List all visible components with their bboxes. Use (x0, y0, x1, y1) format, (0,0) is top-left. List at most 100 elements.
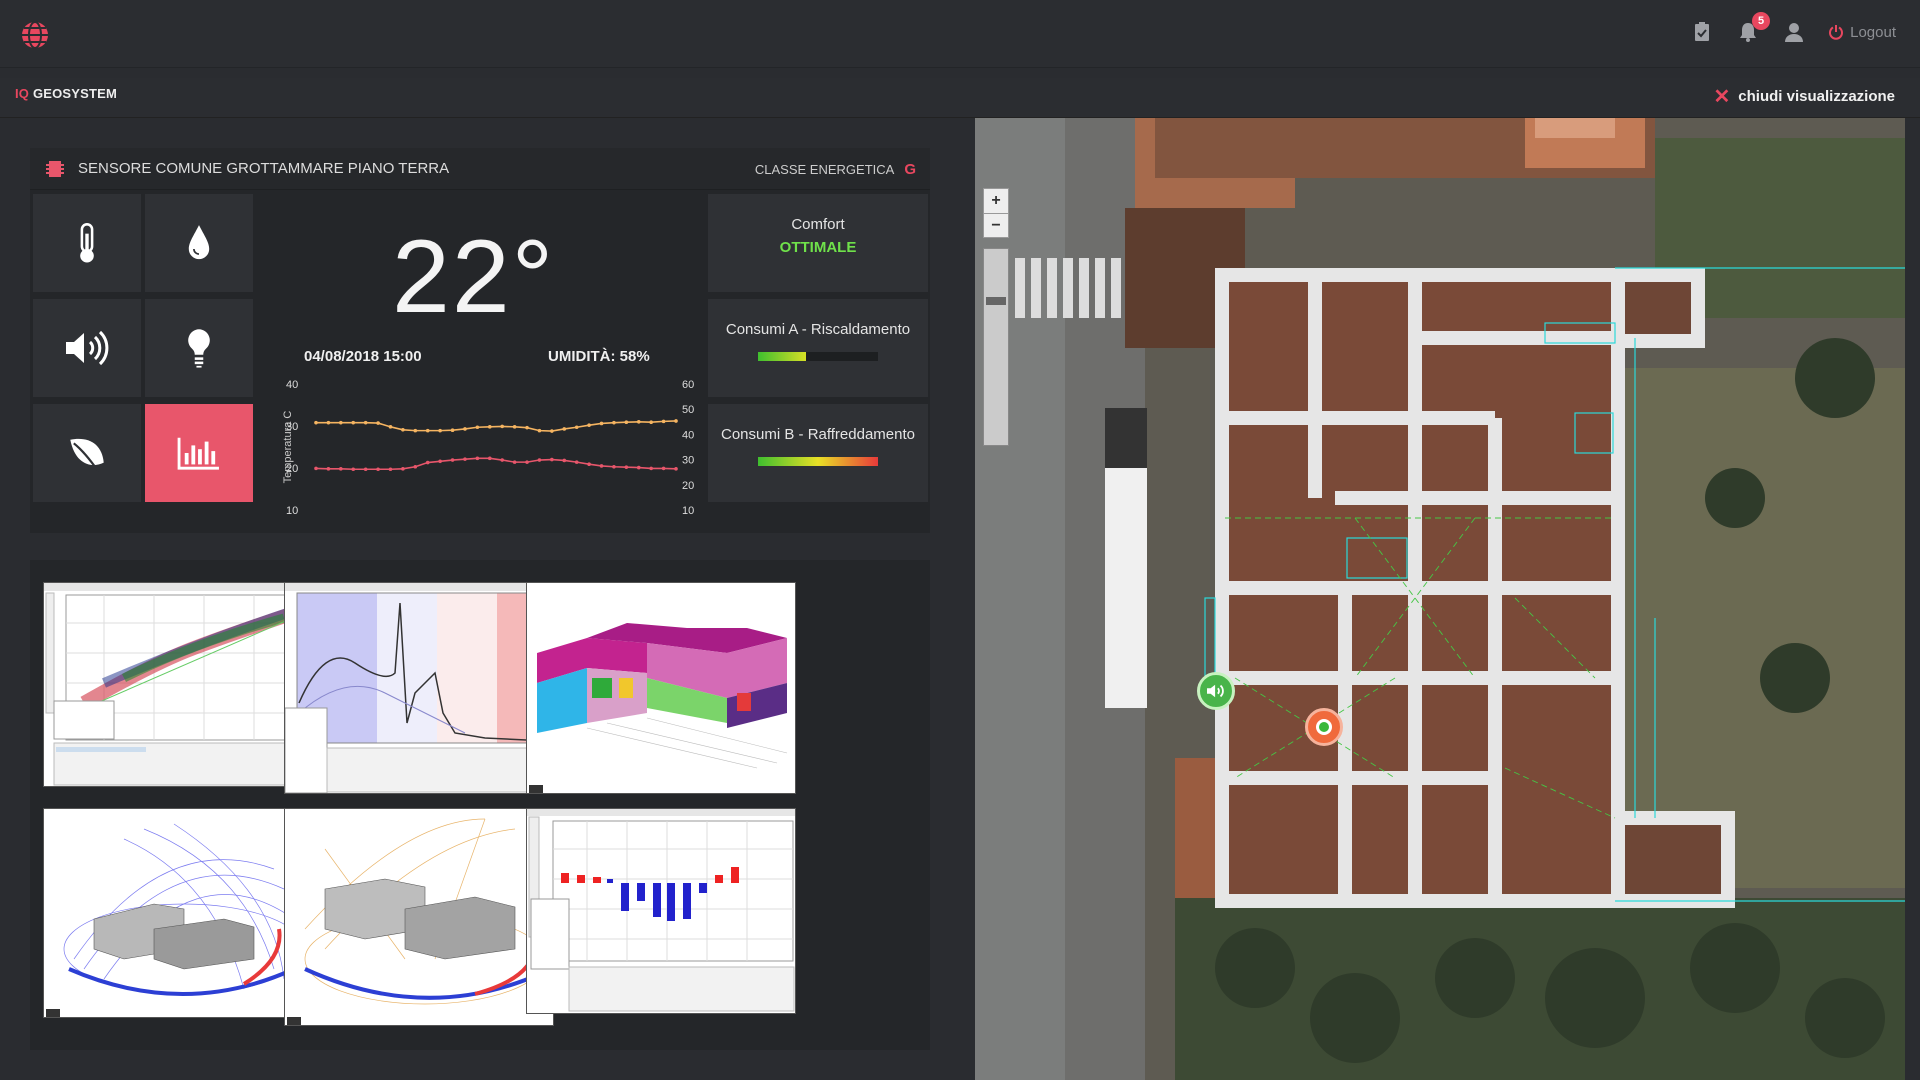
series-point-1 (636, 465, 641, 470)
series-point-0 (587, 423, 591, 427)
series-point-1 (612, 464, 616, 469)
comfort-label: Comfort (791, 216, 845, 233)
drop-icon (188, 225, 210, 260)
thumbnail-comfort-analysis[interactable] (284, 582, 554, 794)
series-point-1 (413, 464, 418, 469)
series-point-0 (351, 420, 356, 425)
series-point-0 (537, 428, 542, 433)
brand-prefix: IQ (15, 86, 30, 101)
series-point-1 (587, 462, 591, 467)
tile-light[interactable] (145, 299, 253, 397)
thumbnail-3d-building-model[interactable] (526, 582, 796, 794)
clipboard-icon[interactable] (1690, 20, 1714, 44)
map-zoom-control: + − (983, 188, 1009, 238)
sensor-title: SENSORE COMUNE GROTTAMMARE PIANO TERRA (78, 160, 450, 177)
speaker-marker[interactable] (1197, 672, 1235, 710)
close-view-label: chiudi visualizzazione (1738, 88, 1895, 105)
series-point-0 (599, 421, 604, 426)
y2-tick-label: 20 (682, 480, 694, 492)
series-point-0 (413, 428, 418, 433)
globe-icon[interactable] (20, 20, 50, 50)
series-point-0 (425, 428, 430, 433)
temperature-value: 22° (392, 219, 556, 335)
speaker-marker-icon (1207, 684, 1224, 698)
user-icon[interactable] (1782, 20, 1806, 44)
map-zoom-slider[interactable] (983, 248, 1009, 446)
series-point-0 (661, 419, 666, 424)
series-point-1 (401, 467, 405, 471)
logout-button[interactable]: Logout (1828, 24, 1896, 41)
zoom-in-button[interactable]: + (984, 189, 1008, 213)
left-panel: SENSORE COMUNE GROTTAMMARE PIANO TERRA C… (0, 118, 975, 1080)
series-line-1 (315, 457, 677, 471)
y2-tick-label: 40 (682, 429, 694, 441)
sensor-marker[interactable] (1305, 708, 1343, 746)
thumbnail-scatter-analysis[interactable] (43, 582, 313, 787)
series-point-0 (339, 420, 343, 425)
series-point-0 (574, 425, 579, 430)
humidity-value: UMIDITÀ: 58% (548, 348, 650, 365)
series-point-0 (326, 420, 331, 425)
analysis-gallery (30, 560, 930, 1050)
zoom-out-button[interactable]: − (984, 213, 1008, 237)
top-bar: 5 Logout (0, 0, 1920, 68)
close-view-button[interactable]: ✕ chiudi visualizzazione (1714, 84, 1895, 109)
energy-class-label: CLASSE ENERGETICA (754, 162, 895, 177)
series-point-1 (525, 460, 529, 464)
series-point-0 (636, 420, 641, 424)
sub-bar: IQ GEOSYSTEM ✕ chiudi visualizzazione (0, 78, 1920, 118)
consumo-b-box: Consumi B - Raffreddamento (708, 404, 928, 502)
tile-humidity[interactable] (145, 194, 253, 292)
series-point-0 (500, 424, 505, 429)
series-point-0 (376, 421, 380, 425)
comfort-box: Comfort OTTIMALE (708, 194, 928, 292)
series-point-1 (388, 467, 393, 472)
app-brand: IQ GEOSYSTEM (15, 86, 117, 101)
thumbnail-sun-path-east[interactable] (43, 808, 313, 1018)
series-point-1 (425, 460, 430, 465)
bell-icon[interactable]: 5 (1736, 12, 1771, 44)
close-icon: ✕ (1713, 86, 1731, 108)
tile-temperature[interactable] (33, 194, 141, 292)
series-point-0 (388, 425, 393, 429)
y2-tick-label: 60 (682, 379, 694, 391)
series-point-1 (624, 465, 629, 469)
notification-badge: 5 (1752, 12, 1771, 30)
series-point-1 (537, 458, 542, 462)
series-point-1 (450, 458, 455, 462)
series-point-0 (450, 428, 455, 432)
series-point-1 (500, 458, 505, 462)
series-point-1 (326, 467, 331, 471)
y2-tick-label: 30 (682, 455, 694, 467)
chart-icon (177, 437, 219, 470)
zoom-slider-handle[interactable] (986, 297, 1006, 305)
series-point-0 (674, 419, 678, 423)
thumbnail-energy-bar-chart[interactable] (526, 808, 796, 1014)
y2-tick-label: 10 (682, 505, 694, 517)
thumbnail-sun-path-west[interactable] (284, 808, 554, 1026)
tile-chart[interactable] (145, 404, 253, 502)
series-point-1 (512, 460, 517, 464)
series-point-0 (649, 420, 653, 425)
series-point-0 (314, 420, 318, 425)
logout-label: Logout (1850, 23, 1896, 41)
sensor-marker-icon (1316, 719, 1332, 735)
series-point-1 (475, 456, 480, 461)
consumo-b-bar (758, 457, 878, 466)
series-point-1 (574, 460, 579, 464)
series-point-0 (363, 420, 368, 425)
series-point-1 (649, 466, 653, 471)
y2-tick-label: 50 (682, 404, 694, 416)
tile-noise[interactable] (33, 299, 141, 397)
consumo-b-label: Consumi B - Raffreddamento (721, 426, 915, 443)
map-view[interactable]: + − (975, 118, 1905, 1080)
series-point-1 (599, 464, 604, 468)
series-point-0 (438, 428, 442, 433)
series-point-1 (550, 457, 554, 462)
series-point-1 (562, 458, 567, 463)
tile-environment[interactable] (33, 404, 141, 502)
series-point-0 (525, 425, 529, 430)
consumo-a-bar-fill (758, 352, 806, 361)
series-point-0 (550, 429, 554, 433)
series-point-0 (487, 425, 492, 429)
